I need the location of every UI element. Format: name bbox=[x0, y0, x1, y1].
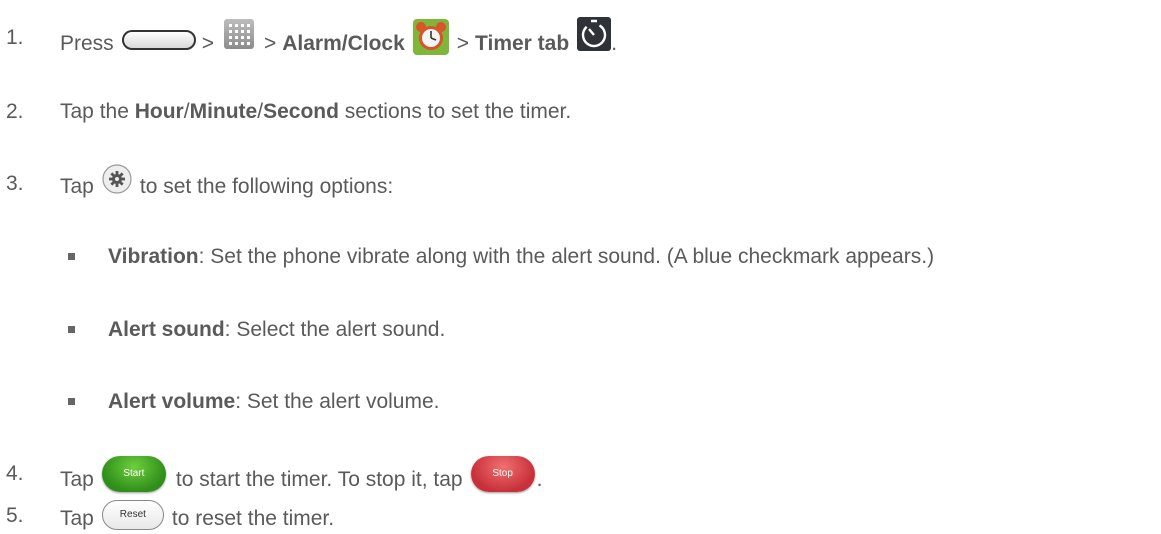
step-number: 2. bbox=[6, 100, 24, 123]
step-post-text: to set the following options: bbox=[139, 175, 394, 198]
start-button[interactable]: Start bbox=[101, 456, 166, 492]
apps-grid-icon[interactable] bbox=[223, 19, 254, 49]
second-label: Second bbox=[263, 100, 339, 123]
option-desc: : Select the alert sound. bbox=[224, 318, 446, 341]
period: . bbox=[536, 468, 543, 491]
separator: > bbox=[456, 32, 470, 55]
step-pre-text: Tap bbox=[60, 468, 94, 491]
alarm-clock-icon[interactable] bbox=[412, 19, 449, 55]
step-pre-text: Tap bbox=[60, 175, 94, 198]
step-post-text: to reset the timer. bbox=[171, 507, 335, 530]
gear-icon[interactable] bbox=[102, 164, 132, 194]
separator: > bbox=[201, 32, 214, 55]
step-number: 3. bbox=[6, 172, 24, 195]
step-number: 5. bbox=[6, 504, 24, 527]
step-mid-text: to start the timer. To stop it, tap bbox=[175, 468, 463, 491]
step-text: Press > > Alarm/Clock > Timer tab . bbox=[60, 17, 618, 62]
press-text: Press bbox=[60, 32, 114, 55]
bullet-icon bbox=[68, 253, 75, 260]
stop-button[interactable]: Stop bbox=[470, 456, 535, 492]
step-pre-text: Tap bbox=[60, 507, 94, 530]
option-text: Alert sound: Select the alert sound. bbox=[108, 318, 445, 342]
bullet-icon bbox=[68, 326, 75, 333]
option-label: Vibration bbox=[108, 245, 199, 268]
step-text: Tap to set the following options: bbox=[60, 164, 394, 202]
timer-icon[interactable] bbox=[577, 17, 612, 51]
step-post-text: sections to set the timer. bbox=[344, 100, 572, 123]
option-label: Alert volume bbox=[108, 390, 236, 413]
step-number: 1. bbox=[6, 26, 24, 49]
step-text: Tap the Hour / Minute / Second sections to s… bbox=[60, 100, 571, 124]
timer-tab-label: Timer tab bbox=[475, 32, 570, 55]
bullet-icon bbox=[68, 398, 75, 405]
reset-button[interactable]: Reset bbox=[101, 500, 164, 530]
step-number: 4. bbox=[6, 462, 24, 485]
option-desc: : Set the phone vibrate along with the a… bbox=[198, 245, 935, 268]
home-key-icon[interactable] bbox=[121, 30, 196, 50]
step-pre-text: Tap the bbox=[60, 100, 129, 123]
hour-label: Hour bbox=[134, 100, 184, 123]
separator: > bbox=[263, 32, 277, 55]
minute-label: Minute bbox=[189, 100, 258, 123]
option-label: Alert sound bbox=[108, 318, 225, 341]
option-text: Alert volume: Set the alert volume. bbox=[108, 390, 439, 414]
option-desc: : Set the alert volume. bbox=[235, 390, 440, 413]
step-text: Tap Start to start the timer. To stop it… bbox=[60, 456, 543, 498]
period: . bbox=[611, 32, 618, 55]
alarm-clock-label: Alarm/Clock bbox=[282, 32, 405, 55]
option-text: Vibration: Set the phone vibrate along w… bbox=[108, 245, 934, 269]
step-text: Tap Reset to reset the timer. bbox=[60, 500, 335, 534]
